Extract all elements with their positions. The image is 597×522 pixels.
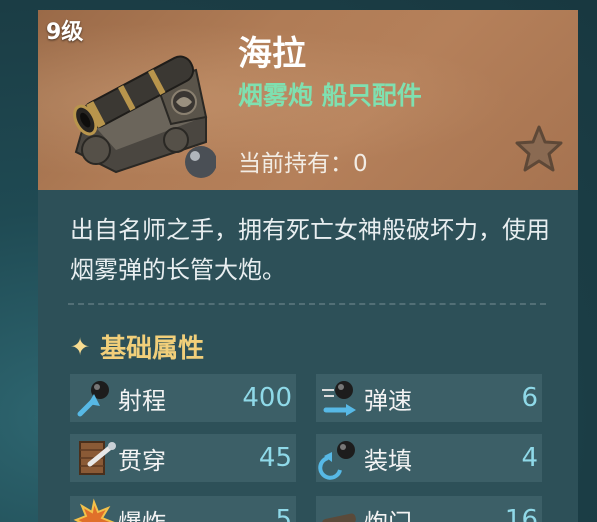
- stat-shell-speed: 弹速 6: [316, 374, 542, 422]
- stat-range: 射程 400: [70, 374, 296, 422]
- cannon-ports-icon: [322, 513, 356, 522]
- range-icon: [77, 381, 109, 417]
- stat-label: 弹速: [364, 386, 412, 415]
- explosion-icon: [73, 498, 115, 522]
- holding-count: 当前持有：0: [238, 151, 368, 177]
- star-icon[interactable]: [514, 124, 564, 174]
- cannon-image: [73, 55, 216, 178]
- stat-penetration: 贯穿 45: [70, 434, 296, 482]
- shell-speed-icon: [322, 381, 356, 416]
- stat-label: 射程: [118, 386, 166, 415]
- stat-value: 16: [504, 505, 538, 522]
- item-description: 出自名师之手，拥有死亡女神般破坏力，使用烟雾弹的长管大炮。: [70, 216, 550, 284]
- penetration-icon: [79, 441, 116, 475]
- item-header: 9级 海拉 烟雾炮 船只配件 当前持有：0: [38, 10, 578, 190]
- stat-value: 6: [521, 383, 538, 413]
- stat-label: 炮门: [364, 503, 412, 522]
- item-name: 海拉: [238, 34, 306, 74]
- stat-cannon-ports: 炮门 16: [316, 496, 542, 522]
- stat-label: 装填: [364, 446, 412, 475]
- stat-value: 45: [258, 443, 292, 473]
- stat-value: 4: [521, 443, 538, 473]
- stat-label: 爆炸: [118, 503, 166, 522]
- sparkle-icon: ✦: [70, 332, 91, 361]
- item-subtitle: 烟雾炮 船只配件: [238, 81, 422, 110]
- item-level-badge: 9级: [46, 20, 84, 45]
- reload-icon: [318, 441, 355, 480]
- divider: [68, 303, 546, 305]
- stat-reload: 装填 4: [316, 434, 542, 482]
- section-title: 基础属性: [100, 334, 205, 364]
- stat-explosion: 爆炸 5: [70, 496, 296, 522]
- stat-value: 400: [242, 383, 292, 413]
- section-header: ✦ 基础属性: [70, 328, 204, 365]
- stat-value: 5: [275, 505, 292, 522]
- stat-label: 贯穿: [118, 446, 166, 475]
- item-detail-card: 9级 海拉 烟雾炮 船只配件 当前持有：0 出自名师之手，拥有死亡女神般破坏力，…: [38, 10, 578, 522]
